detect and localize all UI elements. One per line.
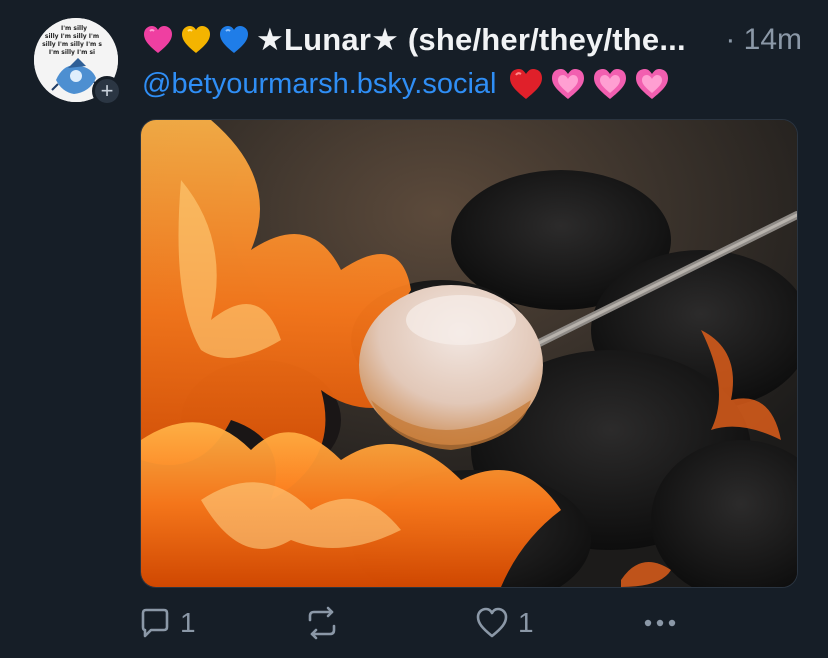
like-count: 1 xyxy=(518,607,534,638)
sparkling-heart-icon xyxy=(552,69,585,99)
more-options-icon xyxy=(644,619,676,627)
avatar-text-line: silly I'm silly I'm s xyxy=(42,41,102,48)
reply-count: 1 xyxy=(180,607,196,638)
repost-icon xyxy=(308,606,336,640)
post-header: ★Lunar★ (she/her/they/the... · 14m xyxy=(142,18,802,62)
reply-button[interactable]: 1 xyxy=(138,600,196,646)
avatar-text-line: I'm silly xyxy=(61,25,87,32)
red-heart-icon xyxy=(510,69,543,99)
yellow-heart-icon xyxy=(182,26,210,53)
marshmallow-fire-image xyxy=(141,120,797,587)
post-timestamp[interactable]: · 14m xyxy=(725,23,802,57)
avatar-text-line: I'm silly I'm si xyxy=(49,49,95,56)
heart-icon xyxy=(476,607,508,638)
repost-button[interactable] xyxy=(304,600,340,646)
avatar-text-line: silly I'm silly I'm xyxy=(45,33,99,40)
like-button[interactable]: 1 xyxy=(474,600,534,646)
display-name[interactable]: ★Lunar★ (she/her/they/the... xyxy=(256,22,686,58)
follow-plus-button[interactable]: + xyxy=(92,76,122,106)
avatar[interactable]: I'm silly silly I'm silly I'm silly I'm … xyxy=(34,18,122,106)
sparkling-heart-icon xyxy=(636,69,669,99)
handle-row: @betyourmarsh.bsky.social xyxy=(142,64,676,104)
post-actions: 1 1 xyxy=(138,600,698,646)
reply-icon xyxy=(141,608,169,638)
post-image[interactable] xyxy=(140,119,798,588)
post-item[interactable]: I'm silly silly I'm silly I'm silly I'm … xyxy=(0,0,828,658)
more-options-button[interactable] xyxy=(640,600,680,646)
blue-heart-icon xyxy=(220,26,248,53)
user-handle[interactable]: @betyourmarsh.bsky.social xyxy=(142,68,496,101)
pink-heart-icon xyxy=(144,26,172,53)
sparkling-heart-icon xyxy=(594,69,627,99)
